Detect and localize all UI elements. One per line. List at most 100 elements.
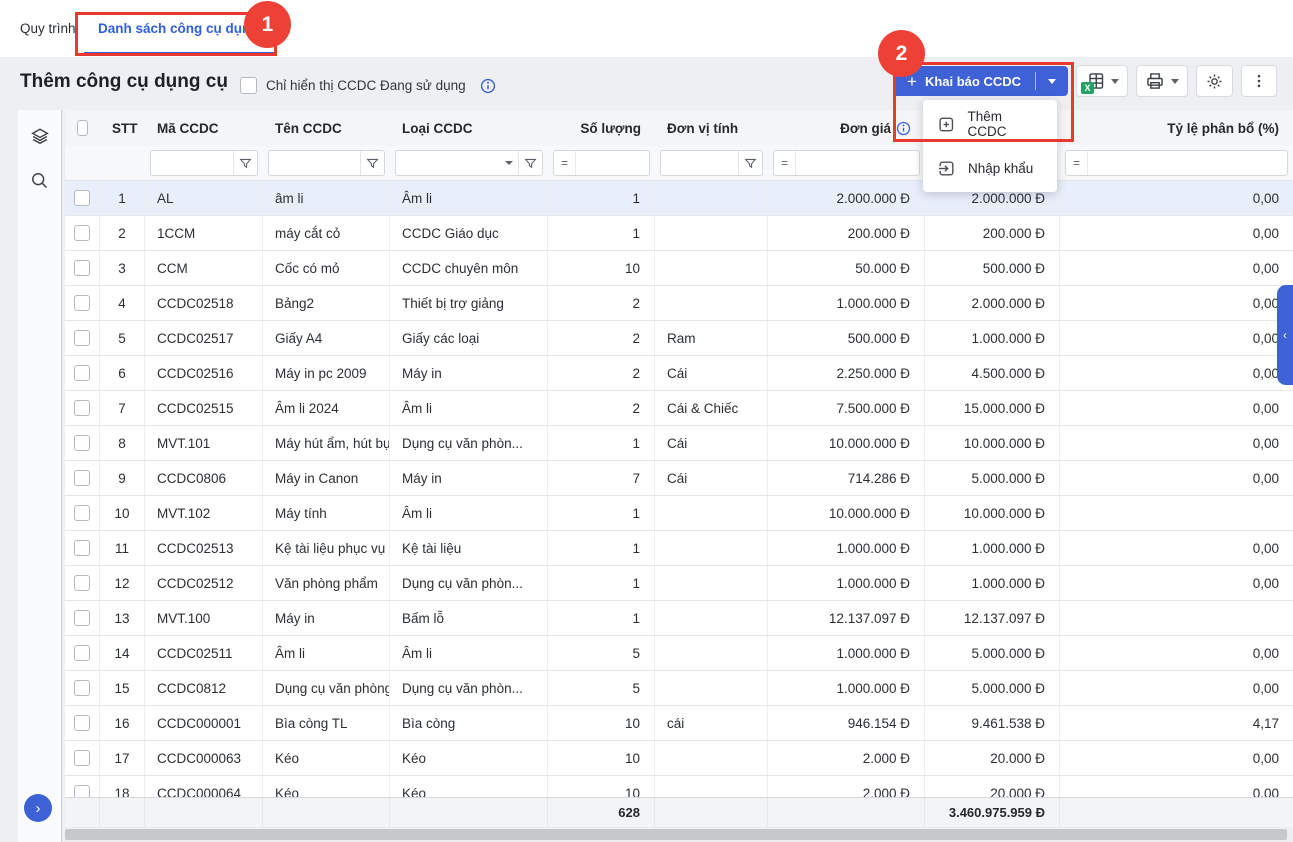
- cell-stt: 13: [100, 601, 145, 635]
- khai-bao-dropdown-toggle[interactable]: [1036, 79, 1068, 84]
- filter-select-input[interactable]: [396, 151, 500, 175]
- row-checkbox[interactable]: [74, 295, 90, 311]
- row-checkbox[interactable]: [74, 680, 90, 696]
- table-row[interactable]: 10MVT.102Máy tínhÂm li110.000.000 Đ10.00…: [65, 496, 1293, 531]
- cell-type: Kéo: [390, 741, 548, 775]
- row-checkbox-cell: [65, 776, 100, 797]
- row-checkbox[interactable]: [74, 260, 90, 276]
- filter-funnel-button[interactable]: [518, 151, 542, 175]
- print-button[interactable]: [1136, 65, 1188, 97]
- table-row[interactable]: 17CCDC000063KéoKéo102.000 Đ20.000 Đ0,00: [65, 741, 1293, 776]
- equals-operator[interactable]: =: [1066, 151, 1088, 175]
- row-checkbox[interactable]: [74, 715, 90, 731]
- header-ten-ccdc[interactable]: Tên CCDC: [263, 110, 390, 146]
- row-checkbox[interactable]: [74, 435, 90, 451]
- filter-funnel-button[interactable]: [360, 151, 384, 175]
- tab-quy-trinh[interactable]: Quy trình: [20, 0, 76, 57]
- table-row[interactable]: 5CCDC02517Giấy A4Giấy các loại2Ram500.00…: [65, 321, 1293, 356]
- header-loai-ccdc[interactable]: Loại CCDC: [390, 110, 548, 146]
- filter-funnel-button[interactable]: [738, 151, 762, 175]
- table-row[interactable]: 12CCDC02512Văn phòng phẩmDụng cụ văn phò…: [65, 566, 1293, 601]
- cell-name: Máy in Canon: [263, 461, 390, 495]
- header-don-gia[interactable]: Đơn giá: [768, 110, 925, 146]
- cell-stt: 7: [100, 391, 145, 425]
- cell-qty: 2: [548, 391, 655, 425]
- filter-input[interactable]: [269, 151, 360, 175]
- row-checkbox[interactable]: [74, 610, 90, 626]
- cell-unit: [655, 601, 768, 635]
- row-checkbox[interactable]: [74, 470, 90, 486]
- table-row[interactable]: 8MVT.101Máy hút ẩm, hút bụiDụng cụ văn p…: [65, 426, 1293, 461]
- row-checkbox[interactable]: [74, 400, 90, 416]
- filter-input[interactable]: [796, 151, 919, 175]
- import-icon: [937, 159, 956, 178]
- cell-price: 10.000.000 Đ: [768, 426, 925, 460]
- cell-unit: cái: [655, 706, 768, 740]
- table-row[interactable]: 11CCDC02513Kệ tài liệu phục vụ phò...Kệ …: [65, 531, 1293, 566]
- more-options-button[interactable]: [1241, 65, 1277, 97]
- expand-panel-button[interactable]: ›: [24, 794, 52, 822]
- search-icon[interactable]: [29, 170, 50, 191]
- row-checkbox[interactable]: [74, 365, 90, 381]
- header-stt[interactable]: STT: [100, 110, 145, 146]
- ccdc-table: STT Mã CCDC Tên CCDC Loại CCDC Số lượng …: [65, 110, 1293, 842]
- row-checkbox[interactable]: [74, 225, 90, 241]
- row-checkbox[interactable]: [74, 750, 90, 766]
- select-all-checkbox[interactable]: [77, 120, 88, 136]
- header-ty-le[interactable]: Tỷ lệ phân bổ (%): [1060, 110, 1293, 146]
- equals-operator[interactable]: =: [554, 151, 576, 175]
- cell-stt: 18: [100, 776, 145, 797]
- row-checkbox[interactable]: [74, 505, 90, 521]
- row-checkbox[interactable]: [74, 330, 90, 346]
- info-icon[interactable]: [896, 121, 911, 136]
- header-so-luong[interactable]: Số lượng: [548, 110, 655, 146]
- filter-input[interactable]: [661, 151, 738, 175]
- filter-input[interactable]: [576, 151, 649, 175]
- cell-price: 7.500.000 Đ: [768, 391, 925, 425]
- table-row[interactable]: 21CCMmáy cắt cỏCCDC Giáo dục1200.000 Đ20…: [65, 216, 1293, 251]
- layers-icon[interactable]: [29, 126, 51, 148]
- row-checkbox[interactable]: [74, 190, 90, 206]
- header-ma-ccdc[interactable]: Mã CCDC: [145, 110, 263, 146]
- row-checkbox-cell: [65, 251, 100, 285]
- cell-qty: 2: [548, 356, 655, 390]
- cell-unit: [655, 496, 768, 530]
- table-row[interactable]: 16CCDC000001Bìa còng TLBìa còng10cái946.…: [65, 706, 1293, 741]
- table-row[interactable]: 3CCMCốc có mỏCCDC chuyên môn1050.000 Đ50…: [65, 251, 1293, 286]
- cell-ratio: 0,00: [1060, 356, 1293, 390]
- export-excel-button[interactable]: X: [1076, 65, 1128, 97]
- show-using-checkbox[interactable]: [240, 77, 257, 94]
- cell-ratio: 0,00: [1060, 251, 1293, 285]
- table-row[interactable]: 15CCDC0812Dụng cụ văn phòngDụng cụ văn p…: [65, 671, 1293, 706]
- cell-amount: 15.000.000 Đ: [925, 391, 1060, 425]
- table-row[interactable]: 4CCDC02518Bảng2Thiết bị trợ giảng21.000.…: [65, 286, 1293, 321]
- summary-qty-total: 628: [548, 798, 655, 827]
- table-row[interactable]: 14CCDC02511Âm liÂm li51.000.000 Đ5.000.0…: [65, 636, 1293, 671]
- table-row[interactable]: 18CCDC000064KéoKéo102.000 Đ20.000 Đ0,00: [65, 776, 1293, 797]
- filter-input[interactable]: [151, 151, 233, 175]
- row-checkbox[interactable]: [74, 540, 90, 556]
- equals-operator[interactable]: =: [774, 151, 796, 175]
- filter-funnel-button[interactable]: [233, 151, 257, 175]
- table-row[interactable]: 7CCDC02515Âm li 2024Âm li2Cái & Chiếc7.5…: [65, 391, 1293, 426]
- menu-item-them-ccdc[interactable]: Thêm CCDC: [923, 102, 1057, 146]
- collapse-panel-handle[interactable]: ‹: [1277, 285, 1293, 385]
- row-checkbox[interactable]: [74, 785, 90, 797]
- filter-dropdown-button[interactable]: [500, 151, 518, 175]
- table-row[interactable]: 13MVT.100Máy inBấm lỗ112.137.097 Đ12.137…: [65, 601, 1293, 636]
- settings-button[interactable]: [1196, 65, 1233, 97]
- khai-bao-ccdc-button[interactable]: + Khai báo CCDC: [893, 66, 1068, 96]
- info-icon[interactable]: [480, 78, 496, 94]
- row-checkbox[interactable]: [74, 575, 90, 591]
- table-row[interactable]: 6CCDC02516Máy in pc 2009Máy in2Cái2.250.…: [65, 356, 1293, 391]
- scrollbar-thumb[interactable]: [65, 829, 1287, 840]
- table-row[interactable]: 9CCDC0806Máy in CanonMáy in7Cái714.286 Đ…: [65, 461, 1293, 496]
- row-checkbox[interactable]: [74, 645, 90, 661]
- row-checkbox-cell: [65, 391, 100, 425]
- filter-input[interactable]: [1088, 151, 1287, 175]
- header-don-vi-tinh[interactable]: Đơn vị tính: [655, 110, 768, 146]
- cell-name: Cốc có mỏ: [263, 251, 390, 285]
- menu-item-nhap-khau[interactable]: Nhập khẩu: [923, 146, 1057, 190]
- cell-ratio: 0,00: [1060, 321, 1293, 355]
- table-row[interactable]: 1ALâm liÂm li12.000.000 Đ2.000.000 Đ0,00: [65, 181, 1293, 216]
